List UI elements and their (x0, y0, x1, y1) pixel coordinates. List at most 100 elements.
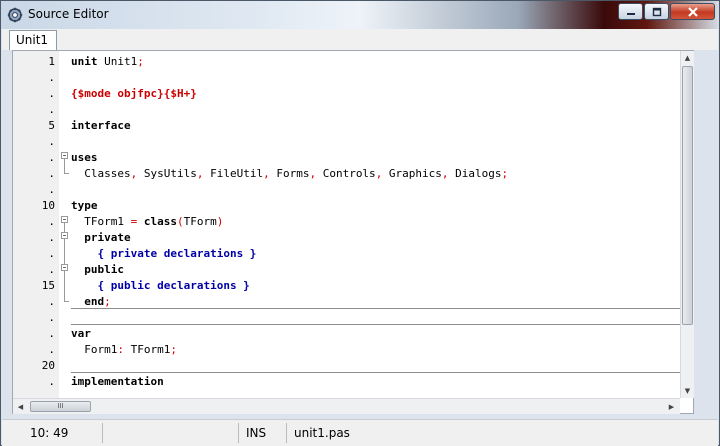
file-name: unit1.pas (294, 426, 350, 440)
code-token: ; (170, 343, 177, 356)
code-token: : (117, 343, 124, 356)
code-token: Unit1 (97, 55, 138, 68)
code-token: private (84, 231, 131, 244)
fold-guide-end (64, 301, 69, 302)
line-number: . (48, 183, 55, 196)
code-token: Controls (316, 167, 376, 180)
code-token: ( (176, 215, 184, 228)
window-title: Source Editor (28, 7, 109, 21)
tab-unit1-label: Unit1 (16, 33, 49, 47)
scroll-up-icon[interactable]: ▲ (681, 51, 694, 64)
horizontal-scrollbar[interactable]: ◀ III ▶ (13, 398, 680, 414)
line-number: 5 (48, 119, 55, 132)
code-token: uses (71, 151, 98, 164)
section-separator (71, 372, 683, 373)
line-number: . (48, 311, 55, 324)
code-token: interface (71, 119, 131, 132)
code-line: var (71, 326, 91, 342)
fold-toggle-private[interactable] (61, 232, 68, 239)
code-line: unit Unit1; (71, 54, 144, 70)
scroll-down-icon[interactable]: ▼ (681, 384, 694, 397)
code-line: Classes, SysUtils, FileUtil, Forms, Cont… (71, 166, 508, 182)
code-folding-bar (59, 51, 71, 398)
line-number: 20 (41, 359, 55, 372)
code-token: Forms (269, 167, 310, 180)
code-line: { private declarations } (71, 246, 256, 262)
code-token: TForm (183, 215, 217, 228)
code-area[interactable]: unit Unit1; {$mode objfpc}{$H+} interface u… (71, 51, 685, 398)
close-button[interactable] (670, 3, 715, 20)
code-line: {$mode objfpc}{$H+} (71, 86, 197, 102)
code-token: ; (137, 55, 144, 68)
code-token: implementation (71, 375, 164, 388)
code-token: unit (71, 55, 98, 68)
code-line: type (71, 198, 98, 214)
tab-unit1[interactable]: Unit1 (9, 30, 57, 50)
lazarus-gear-icon (7, 7, 23, 23)
code-token: ) (216, 215, 224, 228)
code-token: end (84, 295, 105, 308)
line-number: . (48, 343, 55, 356)
code-token: Graphics (382, 167, 442, 180)
code-token: type (71, 199, 98, 212)
code-token: ; (501, 167, 509, 180)
minimize-button[interactable] (618, 3, 643, 20)
code-editor[interactable]: 1... 5.... 10.... 15.... 20. unit Unit1; {$mo… (12, 50, 694, 414)
line-number: . (48, 103, 55, 116)
code-token: FileUtil (203, 167, 264, 180)
line-number: . (48, 295, 55, 308)
code-line: interface (71, 118, 131, 134)
line-number: . (48, 263, 55, 276)
line-number: 10 (41, 199, 55, 212)
minimize-icon (626, 12, 635, 15)
code-line: Form1: TForm1; (71, 342, 177, 358)
code-token: var (71, 327, 91, 340)
code-line: implementation (71, 374, 164, 390)
code-token: Form1 (71, 343, 118, 356)
scroll-left-icon[interactable]: ◀ (14, 400, 27, 413)
fold-guide-end (64, 173, 69, 174)
code-line: public (71, 262, 124, 278)
line-number: . (48, 247, 55, 260)
line-number: . (48, 375, 55, 388)
line-number: . (48, 151, 55, 164)
code-line: TForm1 = class(TForm) (71, 214, 223, 230)
line-number: . (48, 167, 55, 180)
vertical-scrollbar[interactable]: ▲ ▼ (680, 51, 694, 398)
code-token: Dialogs (448, 167, 502, 180)
code-line: uses (71, 150, 98, 166)
maximize-button[interactable] (644, 3, 669, 20)
line-number: . (48, 71, 55, 84)
code-token: SysUtils (137, 167, 197, 180)
title-bar[interactable]: Source Editor (1, 1, 719, 29)
line-number: . (48, 215, 55, 228)
section-separator (71, 308, 683, 309)
code-token: ; (104, 295, 111, 308)
line-number: . (48, 87, 55, 100)
fold-toggle-public[interactable] (61, 264, 68, 271)
fold-toggle-uses[interactable] (61, 152, 68, 159)
insert-mode-indicator: INS (246, 426, 267, 440)
code-token: TForm1 (123, 343, 171, 356)
status-bar: 10: 49 INS unit1.pas (2, 419, 718, 446)
section-separator (71, 324, 683, 325)
code-token: Classes (71, 167, 131, 180)
code-line: { public declarations } (71, 278, 249, 294)
line-number: 1 (48, 55, 55, 68)
code-token: { private declarations } (71, 247, 257, 260)
scroll-right-icon[interactable]: ▶ (665, 400, 678, 413)
status-divider (238, 423, 239, 443)
line-number-gutter: 1... 5.... 10.... 15.... 20. (13, 51, 59, 398)
horizontal-scroll-thumb[interactable]: III (30, 401, 91, 412)
maximize-icon (652, 7, 661, 16)
status-divider (286, 423, 287, 443)
code-token: {$mode objfpc}{$H+} (71, 87, 197, 100)
fold-toggle-type[interactable] (61, 216, 68, 223)
source-editor-window: Source Editor Unit1 1... 5.... 10.... 15...… (0, 0, 720, 446)
vertical-scroll-thumb[interactable] (682, 66, 693, 325)
line-number: 15 (41, 279, 55, 292)
